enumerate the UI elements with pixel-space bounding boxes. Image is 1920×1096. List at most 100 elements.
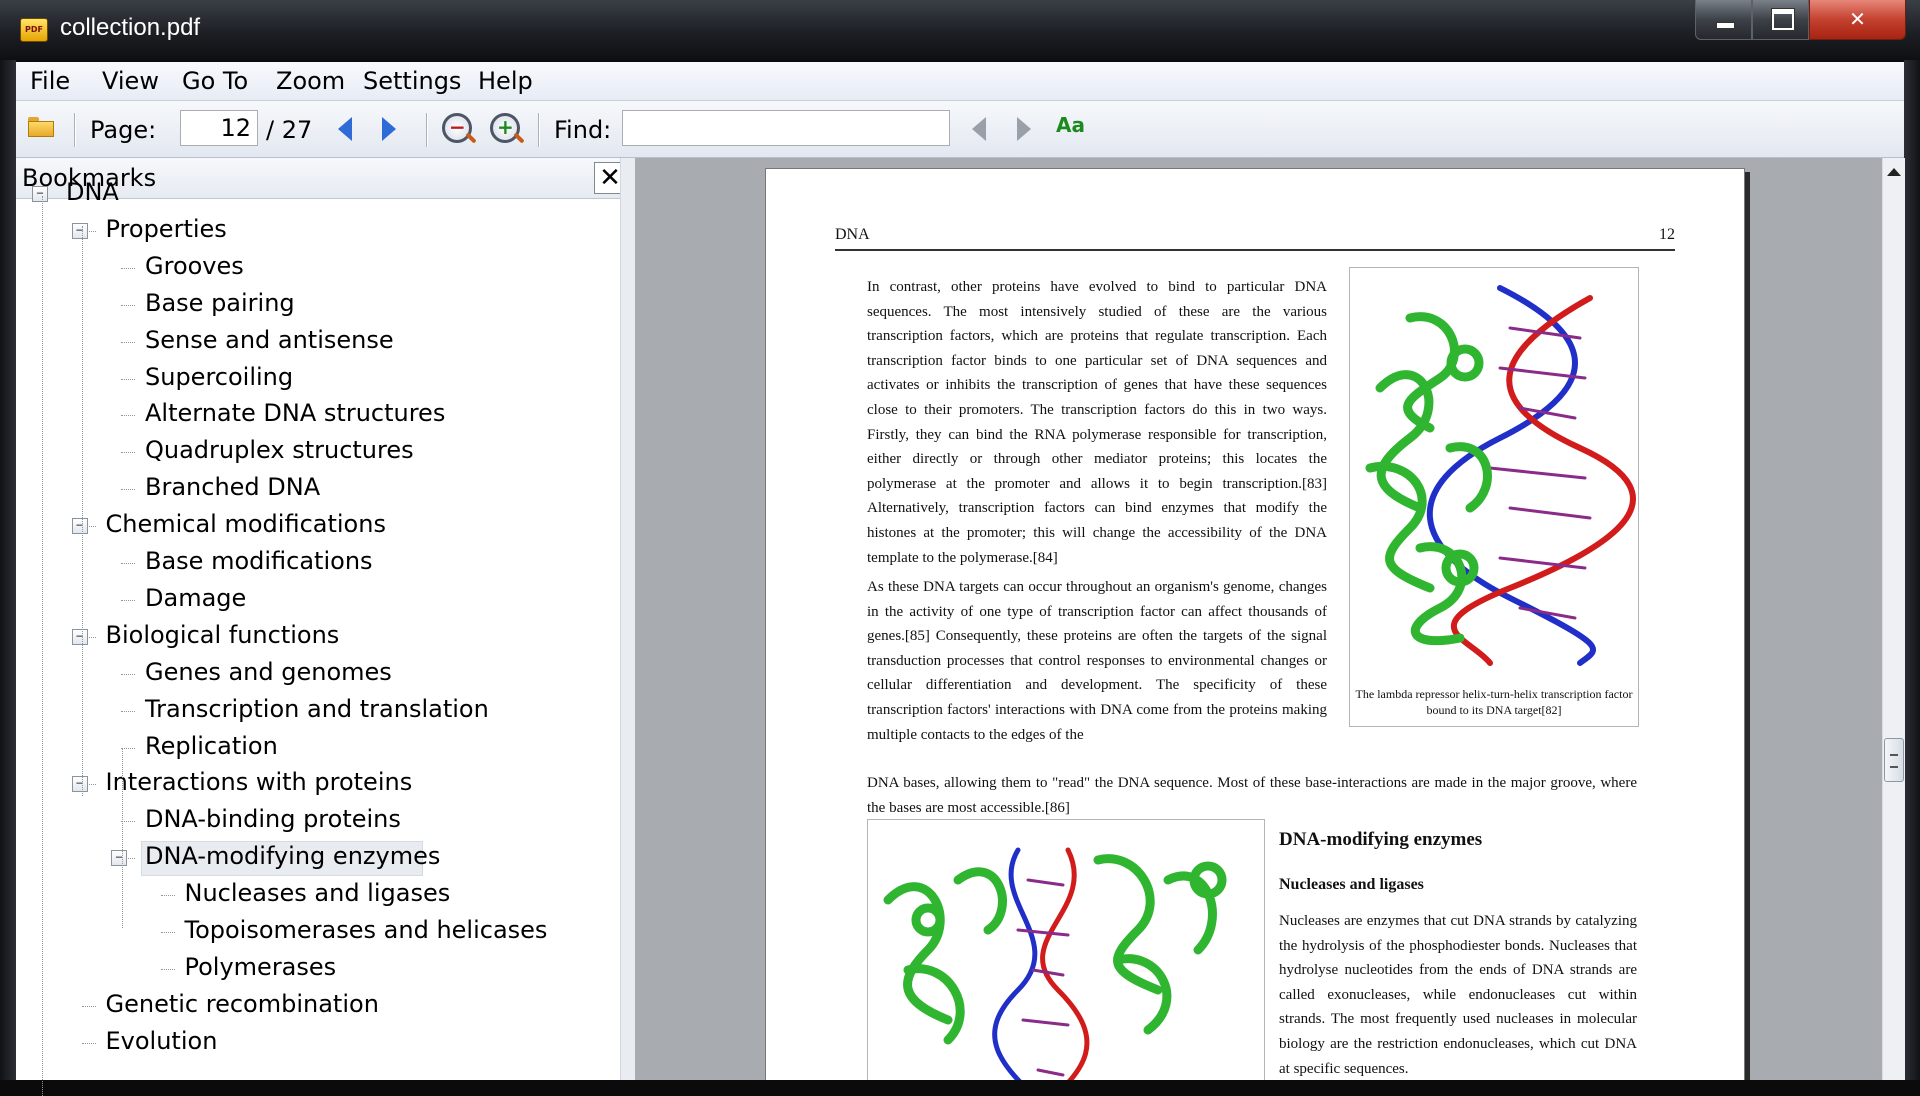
menu-zoom[interactable]: Zoom <box>270 67 351 95</box>
vertical-scrollbar[interactable] <box>1882 158 1905 1080</box>
zoom-in-icon: + <box>490 113 520 143</box>
menu-help[interactable]: Help <box>472 67 539 95</box>
pdf-page: DNA 12 In contrast, other proteins have … <box>765 168 1745 1080</box>
bookmark-label: Transcription and translation <box>145 694 489 723</box>
tree-connector <box>121 304 135 306</box>
minimize-button[interactable] <box>1695 0 1752 40</box>
collapse-toggle-icon[interactable]: − <box>71 518 88 535</box>
zoom-in-button[interactable]: + <box>490 113 520 143</box>
close-icon: ✕ <box>1849 7 1866 31</box>
bookmark-label: DNA <box>66 178 119 206</box>
find-previous-button[interactable] <box>972 117 986 141</box>
menu-go-to[interactable]: Go To <box>176 67 254 95</box>
toolbar-separator <box>538 113 539 147</box>
close-window-button[interactable]: ✕ <box>1809 0 1906 40</box>
tree-connector <box>160 895 175 897</box>
find-label: Find: <box>554 116 612 144</box>
title-bar[interactable]: PDF collection.pdf ✕ <box>0 0 1920 60</box>
heading-dna-modifying-enzymes: DNA-modifying enzymes <box>1279 829 1483 850</box>
match-case-button[interactable]: Aa <box>1056 113 1085 137</box>
page-label: Page: <box>90 116 157 144</box>
bookmark-label: Interactions with proteins <box>105 768 413 797</box>
bookmark-label: Genetic recombination <box>105 989 379 1018</box>
menu-view[interactable]: View <box>96 67 165 95</box>
tree-connector <box>121 489 135 491</box>
scrollbar-thumb[interactable] <box>1884 738 1904 782</box>
scroll-up-arrow-icon[interactable] <box>1887 168 1901 176</box>
paragraph-nucleases: Nucleases are enzymes that cut DNA stran… <box>1279 913 1637 1077</box>
tree-connector <box>121 747 135 749</box>
bookmark-label: Properties <box>105 214 227 243</box>
enzyme-structure-illustration <box>883 847 1227 1080</box>
document-view[interactable]: DNA 12 In contrast, other proteins have … <box>635 158 1882 1080</box>
tree-guide-line <box>42 196 43 1096</box>
bookmark-label: Topoisomerases and helicases <box>184 916 548 944</box>
bookmark-label: Replication <box>145 731 278 760</box>
window-frame-right <box>1904 60 1920 1080</box>
bookmark-label: DNA-binding proteins <box>145 805 401 834</box>
tree-connector <box>121 267 135 269</box>
page-total: / 27 <box>266 116 313 144</box>
menu-file[interactable]: File <box>24 67 76 95</box>
heading-nucleases-and-ligases: Nucleases and ligases <box>1279 876 1424 893</box>
bookmark-label: Base pairing <box>145 288 295 317</box>
bookmark-label: Alternate DNA structures <box>145 399 446 428</box>
bookmarks-panel: Bookmarks ✕ − DNA − Properties Grooves Base p… <box>16 158 635 1096</box>
zoom-out-icon: − <box>442 113 472 143</box>
figure-dna-modifying-enzyme <box>867 819 1265 1080</box>
tree-connector <box>121 599 135 601</box>
window-title: collection.pdf <box>60 14 201 41</box>
tree-guide-line <box>82 226 83 796</box>
tree-connector <box>160 968 175 970</box>
find-input[interactable] <box>622 110 950 146</box>
tree-connector <box>81 1042 96 1044</box>
bookmark-label: Base modifications <box>145 547 373 575</box>
bookmark-label: Chemical modifications <box>105 510 386 539</box>
tree-connector <box>121 563 135 564</box>
tree-connector <box>121 821 135 823</box>
find-next-button[interactable] <box>1017 117 1031 141</box>
collapse-toggle-icon[interactable]: − <box>111 850 127 867</box>
tree-connector <box>121 341 135 343</box>
tree-connector <box>121 710 135 712</box>
bookmark-label: DNA-modifying enzymes <box>145 842 441 871</box>
toolbar: Page: / 27 − + Find: Aa <box>16 101 1904 158</box>
folder-icon[interactable] <box>28 117 54 137</box>
collapse-toggle-icon[interactable]: − <box>71 776 88 793</box>
bookmark-label: Biological functions <box>105 620 340 649</box>
prev-page-button[interactable] <box>338 117 352 141</box>
maximize-button[interactable] <box>1752 0 1809 40</box>
next-page-button[interactable] <box>382 117 396 141</box>
bookmark-label: Evolution <box>105 1026 218 1055</box>
menu-settings[interactable]: Settings <box>357 67 467 95</box>
page-number-input[interactable] <box>180 110 258 146</box>
minimize-icon <box>1716 22 1735 29</box>
collapse-toggle-icon[interactable]: − <box>32 186 48 202</box>
figure-lambda-repressor: The lambda repressor helix-turn-helix tr… <box>1349 267 1639 727</box>
match-case-icon: Aa <box>1056 113 1085 137</box>
header-rule <box>835 249 1675 251</box>
bookmark-label: Quadruplex structures <box>145 436 414 465</box>
tree-connector <box>121 378 135 380</box>
zoom-out-button[interactable]: − <box>442 113 472 143</box>
bookmark-label: Grooves <box>145 251 244 280</box>
figure-caption: The lambda repressor helix-turn-helix tr… <box>1355 687 1633 717</box>
tree-connector <box>121 452 135 454</box>
running-head: DNA <box>835 226 870 243</box>
bookmark-label: Polymerases <box>184 952 337 981</box>
collapse-toggle-icon[interactable]: − <box>71 222 88 239</box>
paragraph-dna-targets: As these DNA targets can occur throughou… <box>867 579 1327 743</box>
close-icon: ✕ <box>599 163 621 193</box>
tree-connector <box>81 1005 96 1007</box>
bookmark-label: Branched DNA <box>145 473 321 502</box>
tree-connector <box>121 415 135 417</box>
bookmark-label: Supercoiling <box>145 362 294 391</box>
sidebar-splitter[interactable] <box>620 158 635 1080</box>
window-frame-left <box>0 60 16 1080</box>
bookmark-label: Sense and antisense <box>145 325 394 354</box>
page-number-header: 12 <box>1659 226 1675 243</box>
paragraph-transcription-factors: In contrast, other proteins have evolved… <box>867 279 1327 566</box>
maximize-icon <box>1772 9 1794 30</box>
collapse-toggle-icon[interactable]: − <box>71 628 88 645</box>
toolbar-separator <box>74 113 75 147</box>
